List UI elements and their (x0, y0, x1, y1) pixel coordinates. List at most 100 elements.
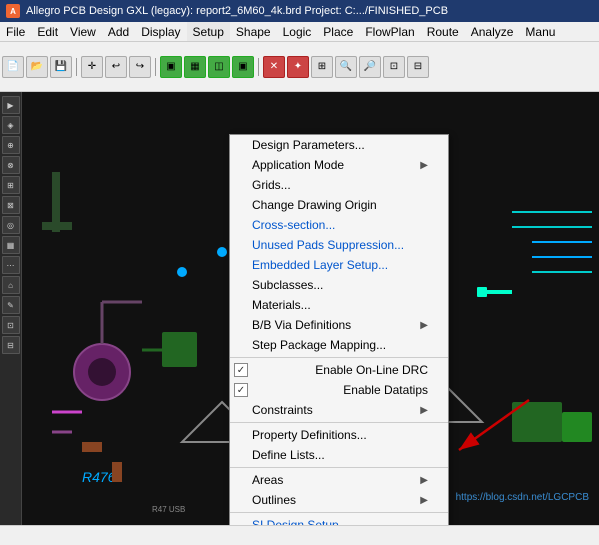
sidebar-btn8[interactable]: ▦ (2, 236, 20, 254)
dd-app-mode-arrow: ▶ (420, 160, 428, 171)
sidebar-btn12[interactable]: ⊡ (2, 316, 20, 334)
toolbar-btn7[interactable]: ⊞ (311, 56, 333, 78)
dd-cross-section-label: Cross-section... (252, 218, 335, 232)
dd-change-origin[interactable]: Change Drawing Origin (230, 195, 448, 215)
sidebar-btn10[interactable]: ⌂ (2, 276, 20, 294)
menu-manu[interactable]: Manu (519, 22, 561, 41)
dd-define-lists-label: Define Lists... (252, 448, 325, 462)
menu-display[interactable]: Display (135, 22, 186, 41)
dd-datatips-checkbox: ✓ (234, 383, 248, 397)
toolbar-save[interactable]: 💾 (50, 56, 72, 78)
menu-file[interactable]: File (0, 22, 31, 41)
dd-si-setup-label: SI Design Setup... (252, 518, 349, 525)
toolbar-undo[interactable]: ↩ (105, 56, 127, 78)
dd-property-defs[interactable]: Property Definitions... (230, 425, 448, 445)
sidebar-btn1[interactable]: ▶ (2, 96, 20, 114)
dd-materials[interactable]: Materials... (230, 295, 448, 315)
toolbar-zoom-out[interactable]: 🔎 (359, 56, 381, 78)
dd-materials-label: Materials... (252, 298, 311, 312)
toolbar-zoom-area[interactable]: ⊟ (407, 56, 429, 78)
dd-app-mode-label: Application Mode (252, 158, 344, 172)
toolbar-btn6[interactable]: ✦ (287, 56, 309, 78)
toolbar-sep3 (258, 58, 259, 76)
status-bar (0, 525, 599, 545)
watermark-text: https://blog.csdn.net/LGCPCB (456, 492, 589, 503)
sidebar-btn11[interactable]: ✎ (2, 296, 20, 314)
dd-design-params[interactable]: Design Parameters... (230, 135, 448, 155)
menu-view[interactable]: View (64, 22, 102, 41)
dd-step-pkg-label: Step Package Mapping... (252, 338, 386, 352)
menu-route[interactable]: Route (421, 22, 465, 41)
toolbar-btn1[interactable]: ▣ (160, 56, 182, 78)
toolbar-btn3[interactable]: ◫ (208, 56, 230, 78)
title-bar: A Allegro PCB Design GXL (legacy): repor… (0, 0, 599, 22)
dd-step-pkg[interactable]: Step Package Mapping... (230, 335, 448, 355)
menu-bar: File Edit View Add Display Setup Shape L… (0, 22, 599, 42)
dd-bb-via[interactable]: B/B Via Definitions ▶ (230, 315, 448, 335)
menu-flowplan[interactable]: FlowPlan (359, 22, 420, 41)
sidebar-btn4[interactable]: ⊗ (2, 156, 20, 174)
toolbar-zoom-in[interactable]: 🔍 (335, 56, 357, 78)
dd-constraints-arrow: ▶ (420, 405, 428, 416)
dd-define-lists[interactable]: Define Lists... (230, 445, 448, 465)
toolbar-new[interactable]: 📄 (2, 56, 24, 78)
sidebar-btn13[interactable]: ⊟ (2, 336, 20, 354)
dd-areas-label: Areas (252, 473, 283, 487)
toolbar: 📄 📂 💾 ✛ ↩ ↪ ▣ ▦ ◫ ▣ ✕ ✦ ⊞ 🔍 🔎 ⊡ ⊟ (0, 42, 599, 92)
dd-unused-pads[interactable]: Unused Pads Suppression... (230, 235, 448, 255)
dd-enable-drc[interactable]: ✓ Enable On-Line DRC (230, 360, 448, 380)
dd-constraints-label: Constraints (252, 403, 313, 417)
toolbar-open[interactable]: 📂 (26, 56, 48, 78)
setup-dropdown[interactable]: Design Parameters... Application Mode ▶ … (229, 134, 449, 525)
dd-outlines[interactable]: Outlines ▶ (230, 490, 448, 510)
dd-areas-arrow: ▶ (420, 475, 428, 486)
menu-add[interactable]: Add (102, 22, 135, 41)
pcb-canvas: R4761 R47 USB Design Parameters... Appli… (22, 92, 599, 525)
dd-enable-datatips[interactable]: ✓ Enable Datatips (230, 380, 448, 400)
left-sidebar: ▶ ◈ ⊕ ⊗ ⊞ ⊠ ◎ ▦ ⋯ ⌂ ✎ ⊡ ⊟ (0, 92, 22, 525)
toolbar-redo[interactable]: ↪ (129, 56, 151, 78)
dd-subclasses[interactable]: Subclasses... (230, 275, 448, 295)
dd-enable-datatips-label: Enable Datatips (343, 383, 428, 397)
dd-embedded-layer-label: Embedded Layer Setup... (252, 258, 388, 272)
dd-areas[interactable]: Areas ▶ (230, 470, 448, 490)
dd-cross-section[interactable]: Cross-section... (230, 215, 448, 235)
svg-text:R47 USB: R47 USB (152, 505, 185, 514)
toolbar-zoom-fit[interactable]: ⊡ (383, 56, 405, 78)
title-text: Allegro PCB Design GXL (legacy): report2… (26, 5, 448, 17)
menu-analyze[interactable]: Analyze (465, 22, 520, 41)
sidebar-btn6[interactable]: ⊠ (2, 196, 20, 214)
dd-drc-checkbox: ✓ (234, 363, 248, 377)
dd-property-defs-label: Property Definitions... (252, 428, 367, 442)
dd-change-origin-label: Change Drawing Origin (252, 198, 377, 212)
sidebar-btn2[interactable]: ◈ (2, 116, 20, 134)
dd-outlines-label: Outlines (252, 493, 296, 507)
sidebar-btn9[interactable]: ⋯ (2, 256, 20, 274)
dd-embedded-layer[interactable]: Embedded Layer Setup... (230, 255, 448, 275)
toolbar-sep1 (76, 58, 77, 76)
dd-divider1 (230, 357, 448, 358)
menu-shape[interactable]: Shape (230, 22, 277, 41)
menu-logic[interactable]: Logic (277, 22, 318, 41)
dd-grids-label: Grids... (252, 178, 291, 192)
dd-outlines-arrow: ▶ (420, 495, 428, 506)
dd-grids[interactable]: Grids... (230, 175, 448, 195)
sidebar-btn5[interactable]: ⊞ (2, 176, 20, 194)
toolbar-btn2[interactable]: ▦ (184, 56, 206, 78)
dd-constraints[interactable]: Constraints ▶ (230, 400, 448, 420)
sidebar-btn3[interactable]: ⊕ (2, 136, 20, 154)
dd-si-setup[interactable]: SI Design Setup... (230, 515, 448, 525)
main-area: ▶ ◈ ⊕ ⊗ ⊞ ⊠ ◎ ▦ ⋯ ⌂ ✎ ⊡ ⊟ (0, 92, 599, 525)
dd-divider2 (230, 422, 448, 423)
dd-app-mode[interactable]: Application Mode ▶ (230, 155, 448, 175)
sidebar-btn7[interactable]: ◎ (2, 216, 20, 234)
toolbar-cross[interactable]: ✛ (81, 56, 103, 78)
toolbar-sep2 (155, 58, 156, 76)
app-icon: A (6, 4, 20, 18)
toolbar-btn5[interactable]: ✕ (263, 56, 285, 78)
menu-edit[interactable]: Edit (31, 22, 64, 41)
dd-subclasses-label: Subclasses... (252, 278, 323, 292)
menu-setup[interactable]: Setup (187, 22, 230, 41)
menu-place[interactable]: Place (317, 22, 359, 41)
toolbar-btn4[interactable]: ▣ (232, 56, 254, 78)
